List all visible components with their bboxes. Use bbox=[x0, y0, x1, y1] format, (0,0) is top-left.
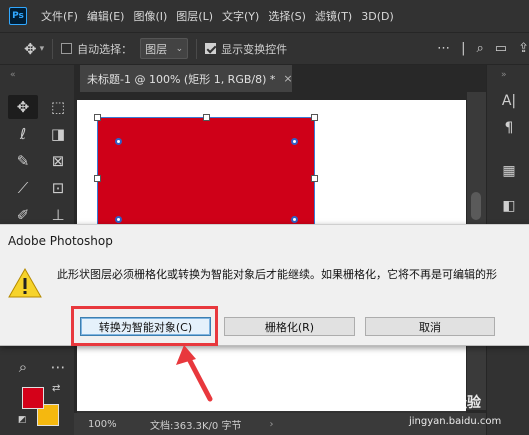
options-divider bbox=[196, 38, 198, 59]
search-icon[interactable]: ⌕ bbox=[477, 41, 484, 56]
move-tool-icon[interactable]: ✥ bbox=[24, 40, 37, 58]
watermark-brand: 经验 bbox=[453, 395, 481, 411]
watermark-url: jingyan.baidu.com bbox=[409, 416, 502, 427]
menu-bar: Ps 文件(F) 编辑(E) 图像(I) 图层(L) 文字(Y) 选择(S) 滤… bbox=[0, 0, 529, 32]
more-tools-icon[interactable]: ⋯ bbox=[43, 355, 73, 379]
dialog-title: Adobe Photoshop bbox=[8, 234, 113, 248]
annotation-arrow-icon bbox=[176, 345, 213, 402]
status-menu-arrow-icon[interactable]: › bbox=[269, 419, 273, 430]
chevron-down-icon: ⌄ bbox=[175, 43, 184, 54]
quick-select-tool-icon[interactable]: ✎ bbox=[8, 149, 38, 173]
options-right-icons: ⋯ | ⌕ ▭ ⇪ bbox=[426, 33, 529, 64]
corner-radius-anchor[interactable] bbox=[291, 216, 298, 223]
menu-layer[interactable]: 图层(L) bbox=[176, 8, 213, 24]
move-tool-icon[interactable]: ✥ bbox=[8, 95, 38, 119]
share-icon[interactable]: ⇪ bbox=[518, 41, 529, 56]
close-tab-icon[interactable]: × bbox=[283, 72, 292, 85]
document-tab-title: 未标题-1 @ 100% (矩形 1, RGB/8) * bbox=[87, 72, 276, 86]
lasso-tool-icon[interactable]: ℓ bbox=[8, 122, 38, 146]
auto-select-target-dropdown[interactable]: 图层 ⌄ bbox=[140, 38, 189, 59]
cancel-button[interactable]: 取消 bbox=[365, 317, 495, 336]
corner-radius-anchor[interactable] bbox=[115, 138, 122, 145]
crop-tool-icon[interactable]: ⊠ bbox=[43, 149, 73, 173]
foreground-color-swatch[interactable] bbox=[22, 387, 44, 409]
zoom-level[interactable]: 100% bbox=[88, 419, 148, 430]
transform-handle[interactable] bbox=[311, 175, 318, 182]
patch-tool-icon[interactable]: ⊡ bbox=[43, 176, 73, 200]
dialog-message: 此形状图层必须栅格化或转换为智能对象后才能继续。如果栅格化，它将不再是可编辑的形 bbox=[57, 268, 497, 281]
show-transform-checkbox[interactable] bbox=[205, 43, 217, 54]
paw-logo-icon bbox=[422, 389, 446, 411]
options-divider bbox=[52, 38, 54, 59]
photoshop-dialog: Adobe Photoshop 此形状图层必须栅格化或转换为智能对象后才能继续。… bbox=[0, 224, 529, 346]
workspace-icon[interactable]: ▭ bbox=[495, 41, 507, 56]
expand-chevrons-icon[interactable]: » bbox=[501, 70, 507, 80]
collapse-chevrons-icon[interactable]: « bbox=[10, 70, 16, 80]
document-tab[interactable]: 未标题-1 @ 100% (矩形 1, RGB/8) * × bbox=[80, 65, 293, 92]
baidu-jingyan-watermark: 经验 jingyan.baidu.com bbox=[405, 384, 527, 434]
more-options-icon[interactable]: ⋯ bbox=[437, 41, 450, 56]
photoshop-logo: Ps bbox=[9, 7, 27, 25]
transform-handle[interactable] bbox=[94, 114, 101, 121]
document-tab-bar: 未标题-1 @ 100% (矩形 1, RGB/8) * × bbox=[74, 65, 486, 92]
annotation-highlight-box bbox=[71, 306, 218, 346]
layers-panel-icon[interactable]: ◧ bbox=[496, 195, 522, 217]
paragraph-panel-icon[interactable]: ¶ bbox=[496, 117, 522, 139]
menu-3d[interactable]: 3D(D) bbox=[361, 10, 394, 23]
character-panel-icon[interactable]: A| bbox=[496, 90, 522, 112]
document-info: 文档:363.3K/0 字节 bbox=[150, 420, 242, 432]
tool-preset-chevron-icon[interactable]: ▾ bbox=[40, 44, 45, 54]
object-select-tool-icon[interactable]: ◨ bbox=[43, 122, 73, 146]
transform-handle[interactable] bbox=[203, 114, 210, 121]
menu-select[interactable]: 选择(S) bbox=[268, 8, 306, 24]
default-colors-icon[interactable]: ◩ bbox=[18, 415, 27, 425]
warning-icon bbox=[8, 267, 42, 298]
auto-select-label: 自动选择： bbox=[77, 42, 133, 56]
corner-radius-anchor[interactable] bbox=[291, 138, 298, 145]
menu-image[interactable]: 图像(I) bbox=[133, 8, 167, 24]
divider-bar-icon: | bbox=[461, 41, 466, 56]
menu-file[interactable]: 文件(F) bbox=[41, 8, 78, 24]
transform-handle[interactable] bbox=[94, 175, 101, 182]
marquee-tool-icon[interactable]: ⬚ bbox=[43, 95, 73, 119]
zoom-tool-icon[interactable]: ⌕ bbox=[8, 355, 38, 379]
swap-colors-icon[interactable]: ⇄ bbox=[52, 383, 60, 394]
rasterize-button[interactable]: 栅格化(R) bbox=[224, 317, 355, 336]
auto-select-checkbox[interactable] bbox=[61, 43, 73, 54]
table-panel-icon[interactable]: ▦ bbox=[496, 160, 522, 182]
eyedropper-tool-icon[interactable]: ⟋ bbox=[8, 176, 38, 200]
transform-handle[interactable] bbox=[311, 114, 318, 121]
options-bar: ✥ ▾ 自动选择： 图层 ⌄ 显示变换控件 ⋯ | ⌕ ▭ ⇪ bbox=[0, 32, 529, 65]
layer-select-value: 图层 bbox=[145, 42, 168, 56]
show-transform-label: 显示变换控件 bbox=[221, 42, 288, 56]
menu-filter[interactable]: 滤镜(T) bbox=[315, 8, 352, 24]
scroll-thumb[interactable] bbox=[471, 192, 481, 220]
menu-type[interactable]: 文字(Y) bbox=[222, 8, 259, 24]
menu-edit[interactable]: 编辑(E) bbox=[87, 8, 125, 24]
corner-radius-anchor[interactable] bbox=[115, 216, 122, 223]
